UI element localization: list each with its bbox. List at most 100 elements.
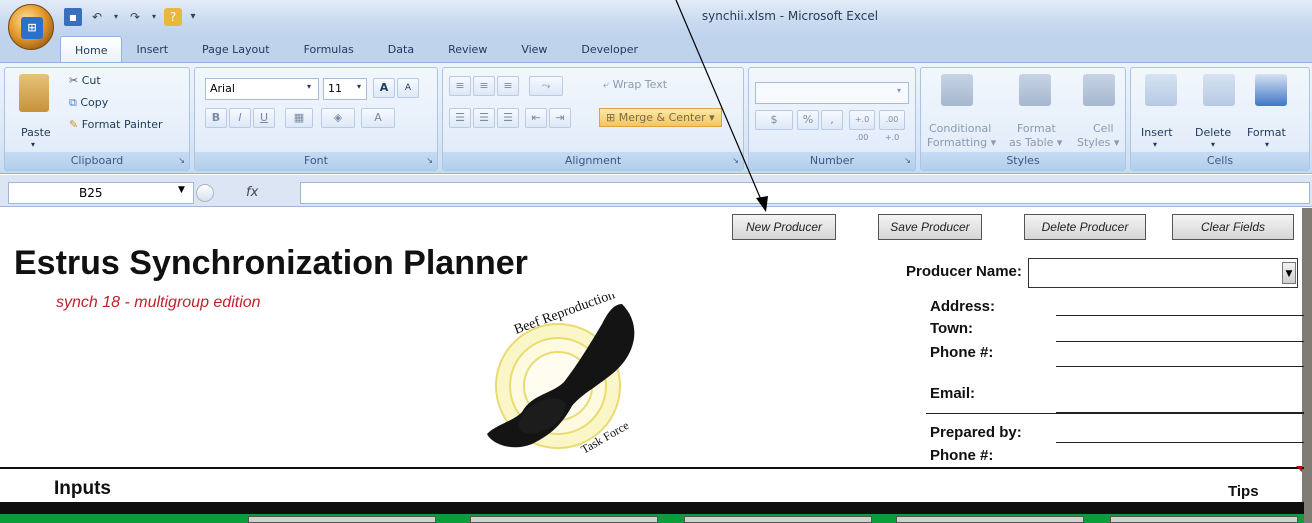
new-producer-button[interactable]: New Producer (732, 214, 836, 240)
dialog-launcher-icon[interactable]: ↘ (178, 152, 185, 170)
producer-dropdown-icon[interactable]: ▼ (1282, 262, 1296, 284)
increase-indent-icon[interactable]: ⇥ (549, 108, 571, 128)
italic-button[interactable]: I (229, 108, 251, 128)
cell-styles-icon[interactable] (1083, 74, 1115, 106)
grow-font-button[interactable]: A (373, 78, 395, 98)
shrink-font-button[interactable]: A (397, 78, 419, 98)
tab-home[interactable]: Home (60, 36, 123, 62)
undo-icon[interactable]: ↶ (88, 8, 106, 26)
number-format-dropdown-icon[interactable]: ▾ (897, 86, 901, 95)
producer-name-select[interactable] (1028, 258, 1298, 288)
help-icon[interactable]: ? (164, 8, 182, 26)
underline-button[interactable]: U (253, 108, 275, 128)
save-icon[interactable]: ▪ (64, 8, 82, 26)
fill-color-icon[interactable]: ◈ (321, 108, 355, 128)
paste-dropdown-icon[interactable]: ▾ (31, 140, 35, 149)
redo-icon[interactable]: ↷ (126, 8, 144, 26)
redo-dropdown-icon[interactable]: ▾ (150, 8, 158, 26)
delete-producer-button[interactable]: Delete Producer (1024, 214, 1146, 240)
format-cells-button[interactable]: Format (1247, 126, 1286, 139)
tab-developer[interactable]: Developer (561, 36, 652, 62)
dialog-launcher-icon[interactable]: ↘ (732, 152, 739, 170)
decrease-decimal-button[interactable]: .00 +.0 (879, 110, 905, 142)
name-box-dropdown-icon[interactable]: ▼ (178, 185, 185, 195)
bold-button[interactable]: B (205, 108, 227, 128)
phone-field[interactable] (1056, 366, 1304, 367)
input-cell[interactable] (684, 516, 872, 523)
format-painter-button[interactable]: ✎ Format Painter (69, 118, 163, 131)
tab-review[interactable]: Review (428, 36, 501, 62)
input-cell[interactable] (248, 516, 436, 523)
format-as-table-icon[interactable] (1019, 74, 1051, 106)
tab-view[interactable]: View (501, 36, 561, 62)
paste-icon[interactable] (19, 74, 49, 112)
formula-input[interactable] (300, 182, 1310, 204)
prepared-by-field[interactable] (1056, 442, 1304, 443)
format-cells-icon[interactable] (1255, 74, 1287, 106)
page-title: Estrus Synchronization Planner (14, 244, 528, 282)
cell-styles-label2[interactable]: Styles ▾ (1077, 136, 1119, 149)
align-right-icon[interactable]: ☰ (497, 108, 519, 128)
dialog-launcher-icon[interactable]: ↘ (426, 152, 433, 170)
align-top-icon[interactable]: ≡ (449, 76, 471, 96)
font-color-button[interactable]: A (361, 108, 395, 128)
comma-button[interactable]: , (821, 110, 843, 130)
font-name-field[interactable]: Arial (205, 78, 319, 100)
tab-insert[interactable]: Insert (122, 36, 182, 62)
customize-qat-icon[interactable]: ▾ (188, 8, 198, 26)
clear-fields-button[interactable]: Clear Fields (1172, 214, 1294, 240)
cells-label: Cells (1131, 152, 1309, 170)
format-as-table-label1[interactable]: Format (1017, 122, 1056, 135)
save-producer-button[interactable]: Save Producer (878, 214, 982, 240)
paste-button[interactable]: Paste (21, 126, 51, 139)
delete-cells-icon[interactable] (1203, 74, 1235, 106)
dialog-launcher-icon[interactable]: ↘ (904, 152, 911, 170)
tab-formulas[interactable]: Formulas (284, 36, 368, 62)
input-cell[interactable] (470, 516, 658, 523)
orientation-icon[interactable]: ⤳ (529, 76, 563, 96)
undo-dropdown-icon[interactable]: ▾ (112, 8, 120, 26)
insert-cells-button[interactable]: Insert (1141, 126, 1173, 139)
percent-button[interactable]: % (797, 110, 819, 130)
wrap-text-button[interactable]: ⤶ Wrap Text (603, 78, 667, 92)
scissors-icon: ✂ (69, 74, 82, 87)
currency-button[interactable]: $ (755, 110, 793, 130)
input-cell[interactable] (1110, 516, 1298, 523)
comment-indicator-icon[interactable] (1296, 466, 1302, 472)
insert-function-button[interactable]: fx (246, 182, 286, 204)
insert-dropdown-icon[interactable]: ▾ (1153, 140, 1157, 149)
delete-cells-button[interactable]: Delete (1195, 126, 1231, 139)
align-center-icon[interactable]: ☰ (473, 108, 495, 128)
name-box[interactable]: B25 (8, 182, 194, 204)
copy-button[interactable]: ⧉ Copy (69, 96, 108, 110)
input-cell[interactable] (896, 516, 1084, 523)
cut-button[interactable]: ✂ Cut (69, 74, 101, 87)
town-field[interactable] (1056, 341, 1304, 342)
tab-data[interactable]: Data (368, 36, 428, 62)
merge-center-button[interactable]: ⊞ Merge & Center ▾ (599, 108, 722, 127)
increase-decimal-button[interactable]: +.0 .00 (849, 110, 875, 142)
insert-function-circle-icon[interactable] (196, 184, 214, 202)
phone-label: Phone #: (930, 344, 994, 361)
office-button[interactable]: ⊞ (8, 4, 54, 50)
align-left-icon[interactable]: ☰ (449, 108, 471, 128)
address-field[interactable] (1056, 315, 1304, 316)
format-dropdown-icon[interactable]: ▾ (1265, 140, 1269, 149)
align-bottom-icon[interactable]: ≡ (497, 76, 519, 96)
conditional-formatting-label1[interactable]: Conditional (929, 122, 991, 135)
font-group: Arial ▾ 11 ▾ A A B I U ▦ ◈ A Font ↘ (194, 67, 438, 171)
align-middle-icon[interactable]: ≡ (473, 76, 495, 96)
number-format-field[interactable] (755, 82, 909, 104)
font-size-dropdown-icon[interactable]: ▾ (357, 82, 361, 91)
font-name-dropdown-icon[interactable]: ▾ (307, 82, 311, 91)
insert-cells-icon[interactable] (1145, 74, 1177, 106)
tab-page-layout[interactable]: Page Layout (182, 36, 284, 62)
borders-icon[interactable]: ▦ (285, 108, 313, 128)
conditional-formatting-label2[interactable]: Formatting ▾ (927, 136, 996, 149)
brush-icon: ✎ (69, 118, 82, 131)
delete-dropdown-icon[interactable]: ▾ (1211, 140, 1215, 149)
conditional-formatting-icon[interactable] (941, 74, 973, 106)
decrease-indent-icon[interactable]: ⇤ (525, 108, 547, 128)
format-as-table-label2[interactable]: as Table ▾ (1009, 136, 1062, 149)
cell-styles-label1[interactable]: Cell (1093, 122, 1114, 135)
